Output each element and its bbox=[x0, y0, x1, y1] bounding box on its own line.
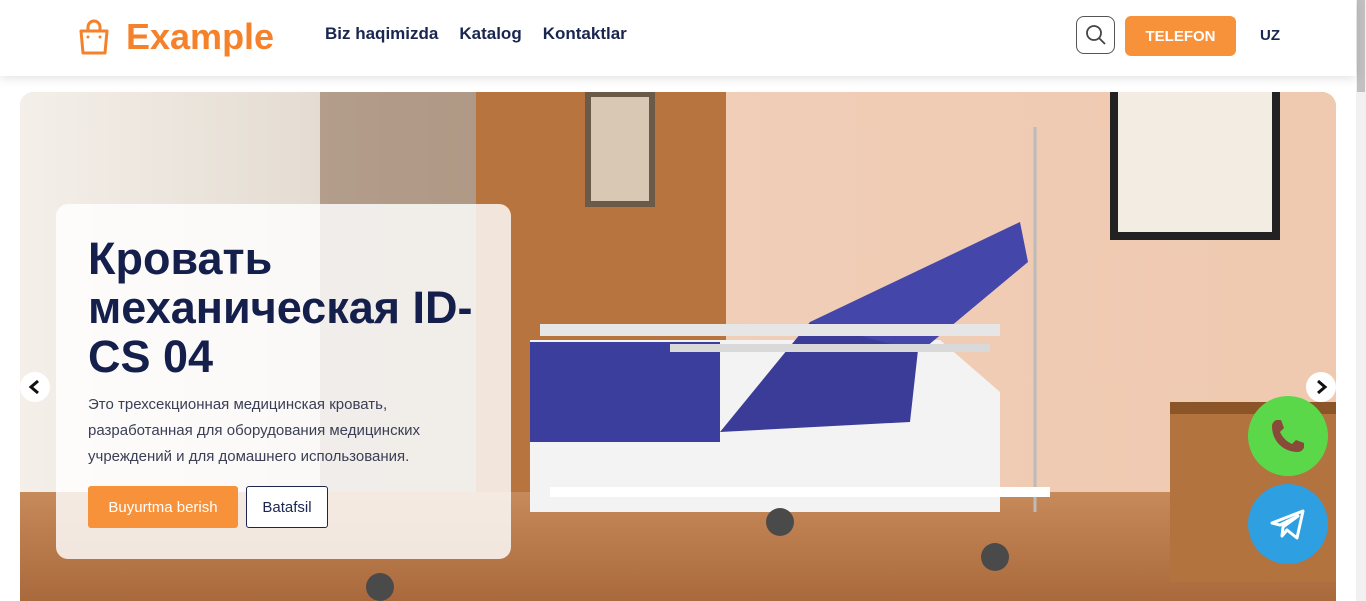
language-switcher[interactable]: UZ bbox=[1260, 27, 1280, 44]
scrollbar[interactable] bbox=[1356, 0, 1366, 601]
chevron-left-icon bbox=[28, 379, 39, 395]
slider-prev-button[interactable] bbox=[20, 372, 50, 402]
search-button[interactable] bbox=[1076, 16, 1115, 54]
floating-telegram-button[interactable] bbox=[1248, 484, 1328, 564]
hero-title: Кровать механическая ID-CS 04 bbox=[88, 233, 473, 382]
floating-phone-button[interactable] bbox=[1248, 396, 1328, 476]
hero-card: Кровать механическая ID-CS 04 Это трехсе… bbox=[56, 204, 511, 559]
order-button[interactable]: Buyurtma berish bbox=[88, 486, 238, 528]
logo-text: Example bbox=[126, 16, 275, 57]
nav-catalog[interactable]: Katalog bbox=[459, 24, 521, 44]
details-button[interactable]: Batafsil bbox=[246, 486, 328, 528]
scrollbar-thumb[interactable] bbox=[1357, 0, 1365, 92]
site-header: Example Biz haqimizda Katalog Kontaktlar… bbox=[0, 0, 1356, 76]
search-icon bbox=[1085, 25, 1106, 45]
slider-next-button[interactable] bbox=[1306, 372, 1336, 402]
phone-icon bbox=[1272, 420, 1304, 452]
logo[interactable]: Example bbox=[78, 17, 274, 57]
shopping-bag-icon bbox=[79, 19, 109, 55]
nav-contacts[interactable]: Kontaktlar bbox=[543, 24, 627, 44]
nav-about[interactable]: Biz haqimizda bbox=[325, 24, 438, 44]
main-nav: Biz haqimizda Katalog Kontaktlar bbox=[325, 24, 627, 44]
chevron-right-icon bbox=[1317, 379, 1328, 395]
hero-slider: Кровать механическая ID-CS 04 Это трехсе… bbox=[20, 92, 1336, 601]
telegram-icon bbox=[1270, 509, 1305, 540]
hero-description: Это трехсекционная медицинская кровать, … bbox=[88, 396, 421, 465]
phone-button[interactable]: TELEFON bbox=[1125, 16, 1236, 56]
